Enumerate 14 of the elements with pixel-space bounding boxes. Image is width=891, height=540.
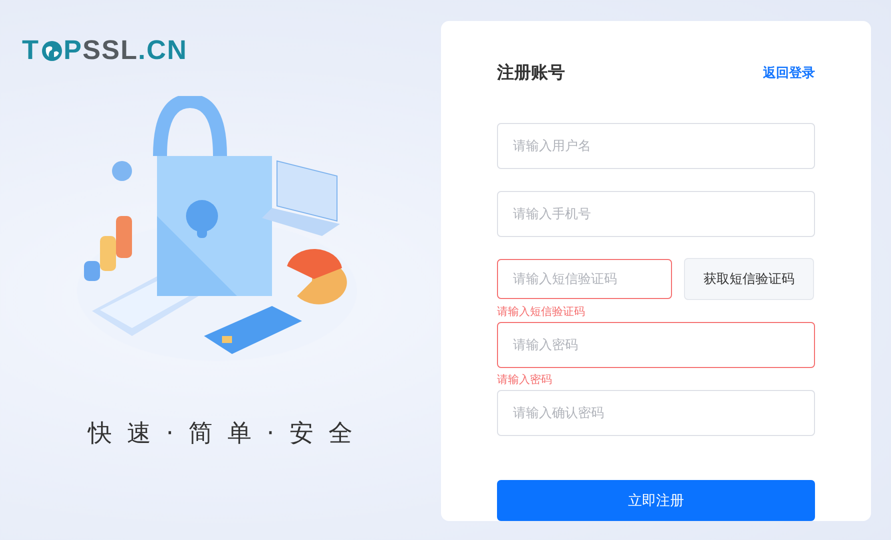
slogan: 快速·简单·安全 — [88, 418, 368, 449]
logo-text: T — [22, 37, 40, 64]
get-sms-code-button[interactable]: 获取短信验证码 — [684, 258, 814, 300]
logo-text: .CN — [138, 37, 188, 64]
sms-code-field[interactable]: 请输入短信验证码 — [497, 259, 672, 299]
back-to-login-link[interactable]: 返回登录 — [763, 64, 815, 82]
register-button[interactable]: 立即注册 — [497, 480, 815, 521]
input-field[interactable]: 请输入密码 — [497, 322, 815, 368]
error-message: 请输入密码 — [497, 372, 553, 388]
logo-text: P — [64, 37, 83, 64]
logo-text: SSL — [82, 37, 138, 64]
globe-icon — [40, 40, 62, 62]
error-message: 请输入短信验证码 — [497, 304, 586, 320]
form-title: 注册账号 — [497, 62, 565, 84]
